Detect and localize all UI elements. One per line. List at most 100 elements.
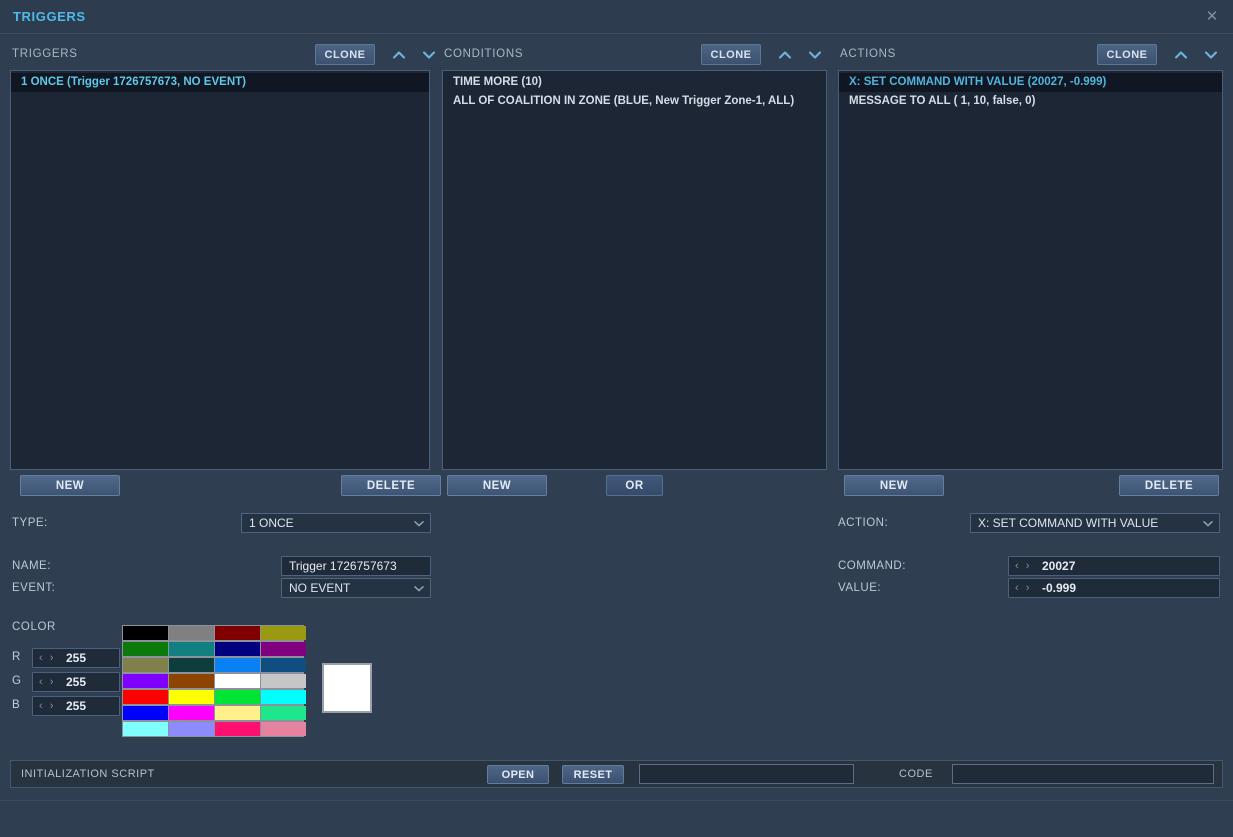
event-label: EVENT: <box>12 582 56 594</box>
command-label: COMMAND: <box>838 560 906 572</box>
palette-swatch[interactable] <box>169 674 214 688</box>
list-item[interactable]: ALL OF COALITION IN ZONE (BLUE, New Trig… <box>443 92 826 111</box>
color-g-stepper[interactable]: ‹ › 255 <box>32 672 120 692</box>
palette-swatch[interactable] <box>261 658 306 672</box>
name-input[interactable]: Trigger 1726757673 <box>281 556 431 576</box>
conditions-panel-header: CONDITIONS CLONE <box>442 44 827 68</box>
palette-swatch[interactable] <box>169 626 214 640</box>
value-stepper[interactable]: ‹ › -0.999 <box>1008 578 1220 598</box>
conditions-button-row: NEW OR <box>442 475 827 503</box>
type-label: TYPE: <box>12 517 48 529</box>
palette-swatch[interactable] <box>261 642 306 656</box>
triggers-delete-button[interactable]: DELETE <box>341 475 441 496</box>
code-input[interactable] <box>952 764 1214 784</box>
triggers-move-down-icon[interactable] <box>420 47 438 63</box>
color-r-stepper[interactable]: ‹ › 255 <box>32 648 120 668</box>
color-section-label: COLOR <box>12 621 56 633</box>
palette-swatch[interactable] <box>215 674 260 688</box>
palette-swatch[interactable] <box>215 690 260 704</box>
name-input-value: Trigger 1726757673 <box>289 559 397 573</box>
palette-swatch[interactable] <box>123 674 168 688</box>
palette-swatch[interactable] <box>169 658 214 672</box>
actions-move-down-icon[interactable] <box>1202 47 1220 63</box>
palette-swatch[interactable] <box>215 642 260 656</box>
palette-swatch[interactable] <box>123 642 168 656</box>
triggers-move-up-icon[interactable] <box>390 47 408 63</box>
actions-clone-button[interactable]: CLONE <box>1097 44 1157 65</box>
color-g-row: G ‹ › 255 <box>10 672 122 692</box>
color-r-row: R ‹ › 255 <box>10 648 122 668</box>
palette-swatch[interactable] <box>169 690 214 704</box>
palette-swatch[interactable] <box>123 658 168 672</box>
color-r-label: R <box>12 651 21 663</box>
palette-swatch[interactable] <box>261 706 306 720</box>
command-stepper[interactable]: ‹ › 20027 <box>1008 556 1220 576</box>
triggers-list[interactable]: 1 ONCE (Trigger 1726757673, NO EVENT) <box>10 70 430 470</box>
stepper-arrows-icon[interactable]: ‹ › <box>1015 560 1031 572</box>
palette-swatch[interactable] <box>261 722 306 736</box>
palette-swatch[interactable] <box>215 706 260 720</box>
list-item[interactable]: 1 ONCE (Trigger 1726757673, NO EVENT) <box>11 73 429 92</box>
palette-swatch[interactable] <box>123 706 168 720</box>
triggers-new-button[interactable]: NEW <box>20 475 120 496</box>
triggers-button-row: NEW DELETE <box>10 475 441 503</box>
conditions-or-button[interactable]: OR <box>606 475 663 496</box>
stepper-arrows-icon[interactable]: ‹ › <box>39 700 55 712</box>
script-path-input[interactable] <box>639 764 854 784</box>
palette-swatch[interactable] <box>123 722 168 736</box>
palette-swatch[interactable] <box>123 690 168 704</box>
palette-swatch[interactable] <box>169 706 214 720</box>
triggers-header-label: TRIGGERS <box>12 48 78 60</box>
value-stepper-value: -0.999 <box>1042 581 1077 595</box>
triggers-panel-header: TRIGGERS CLONE <box>10 44 436 68</box>
actions-new-button[interactable]: NEW <box>844 475 944 496</box>
palette-swatch[interactable] <box>169 642 214 656</box>
name-label: NAME: <box>12 560 51 572</box>
palette-swatch[interactable] <box>261 690 306 704</box>
command-stepper-value: 20027 <box>1042 559 1076 573</box>
color-palette[interactable] <box>122 625 306 737</box>
palette-swatch[interactable] <box>261 674 306 688</box>
palette-swatch[interactable] <box>261 626 306 640</box>
palette-swatch[interactable] <box>123 626 168 640</box>
initialization-script-label: INITIALIZATION SCRIPT <box>21 768 155 780</box>
chevron-down-icon <box>414 585 424 592</box>
palette-swatch[interactable] <box>215 722 260 736</box>
actions-button-row: NEW DELETE <box>838 475 1223 503</box>
color-b-stepper[interactable]: ‹ › 255 <box>32 696 120 716</box>
action-label: ACTION: <box>838 517 889 529</box>
actions-move-up-icon[interactable] <box>1172 47 1190 63</box>
list-item[interactable]: X: SET COMMAND WITH VALUE (20027, -0.999… <box>839 73 1222 92</box>
code-label: CODE <box>899 768 933 780</box>
palette-swatch[interactable] <box>169 722 214 736</box>
conditions-move-up-icon[interactable] <box>776 47 794 63</box>
conditions-move-down-icon[interactable] <box>806 47 824 63</box>
actions-delete-button[interactable]: DELETE <box>1119 475 1219 496</box>
action-select[interactable]: X: SET COMMAND WITH VALUE <box>970 513 1220 533</box>
event-select[interactable]: NO EVENT <box>281 578 431 598</box>
color-b-row: B ‹ › 255 <box>10 696 122 716</box>
color-g-label: G <box>12 675 21 687</box>
stepper-arrows-icon[interactable]: ‹ › <box>1015 582 1031 594</box>
list-item[interactable]: TIME MORE (10) <box>443 73 826 92</box>
triggers-clone-button[interactable]: CLONE <box>315 44 375 65</box>
color-b-value: 255 <box>66 699 87 713</box>
page-title: TRIGGERS <box>13 9 86 24</box>
conditions-new-button[interactable]: NEW <box>447 475 547 496</box>
color-b-label: B <box>12 699 20 711</box>
stepper-arrows-icon[interactable]: ‹ › <box>39 652 55 664</box>
palette-swatch[interactable] <box>215 658 260 672</box>
palette-swatch[interactable] <box>215 626 260 640</box>
conditions-header-label: CONDITIONS <box>444 48 524 60</box>
conditions-panel: CONDITIONS CLONE TIME MORE (10) ALL OF CO… <box>442 44 827 503</box>
open-script-button[interactable]: OPEN <box>487 765 549 784</box>
reset-script-button[interactable]: RESET <box>562 765 624 784</box>
list-item[interactable]: MESSAGE TO ALL ( 1, 10, false, 0) <box>839 92 1222 111</box>
stepper-arrows-icon[interactable]: ‹ › <box>39 676 55 688</box>
actions-panel: ACTIONS CLONE X: SET COMMAND WITH VALUE … <box>838 44 1223 503</box>
actions-list[interactable]: X: SET COMMAND WITH VALUE (20027, -0.999… <box>838 70 1223 470</box>
conditions-clone-button[interactable]: CLONE <box>701 44 761 65</box>
type-select[interactable]: 1 ONCE <box>241 513 431 533</box>
conditions-list[interactable]: TIME MORE (10) ALL OF COALITION IN ZONE (… <box>442 70 827 470</box>
close-icon[interactable]: ✕ <box>1204 9 1220 25</box>
